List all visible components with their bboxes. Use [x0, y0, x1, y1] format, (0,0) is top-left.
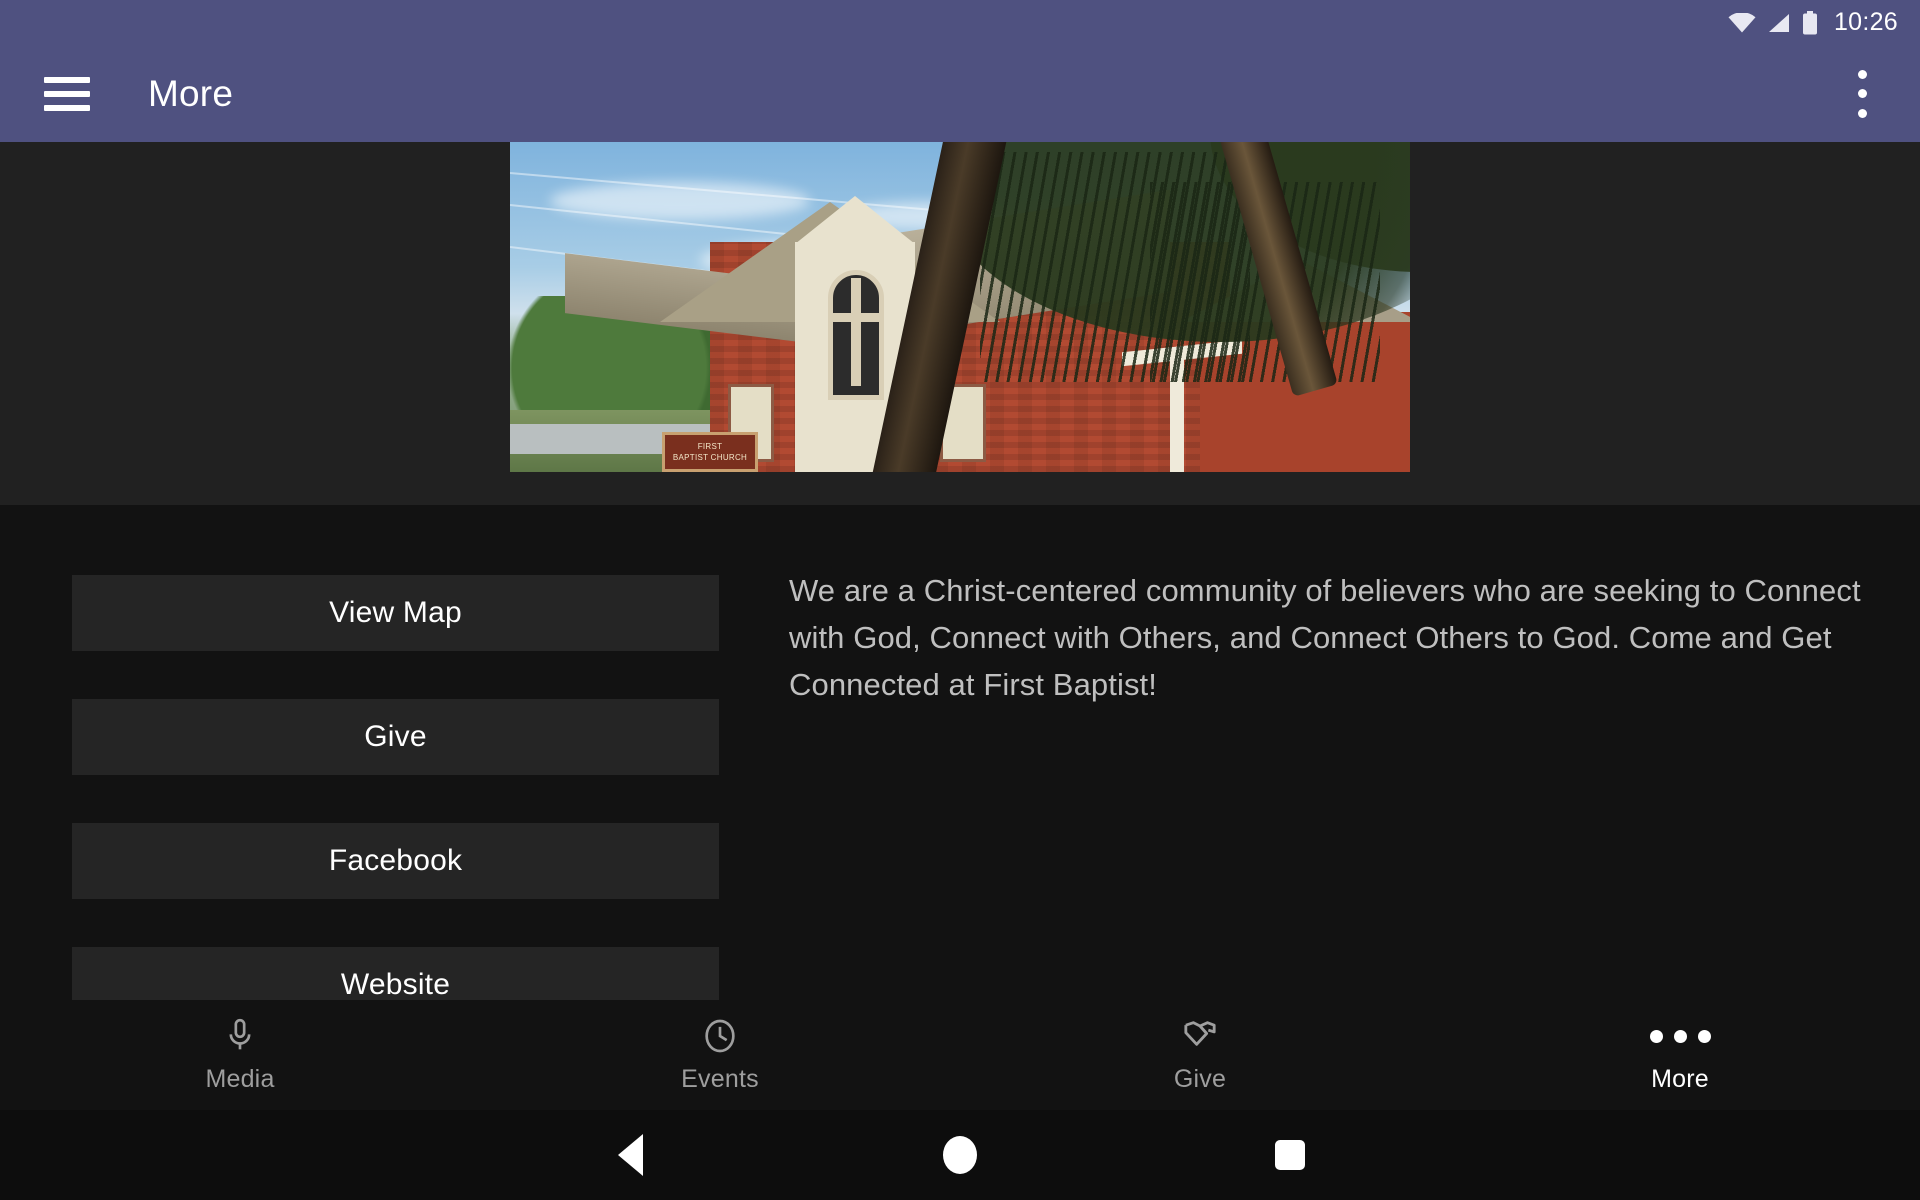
square-icon	[1275, 1140, 1305, 1170]
give-button-label: Give	[364, 720, 427, 753]
home-button[interactable]	[795, 1136, 1125, 1174]
tab-more[interactable]: More	[1440, 1000, 1920, 1110]
ellipsis-icon	[1649, 1016, 1711, 1056]
facebook-button-label: Facebook	[328, 844, 463, 877]
tab-events[interactable]: Events	[480, 1000, 960, 1110]
status-bar-clock: 10:26	[1833, 8, 1898, 36]
church-sign: FIRST BAPTIST CHURCH	[662, 432, 758, 472]
facebook-button[interactable]: Facebook	[72, 823, 719, 899]
view-map-button-label: View Map	[329, 596, 462, 629]
tab-more-label: More	[1651, 1065, 1709, 1093]
overflow-menu-icon[interactable]	[1840, 69, 1884, 118]
tab-media[interactable]: Media	[0, 1000, 480, 1110]
circle-icon	[943, 1136, 977, 1174]
page-title: More	[148, 72, 234, 114]
back-button[interactable]	[465, 1134, 795, 1176]
app-bar: More	[0, 45, 1920, 142]
church-photo: FIRST BAPTIST CHURCH	[510, 142, 1410, 472]
tab-media-label: Media	[205, 1065, 275, 1093]
website-button[interactable]: Website	[72, 947, 719, 1000]
view-map-button[interactable]: View Map	[72, 575, 719, 651]
android-system-nav	[0, 1110, 1920, 1200]
clock-icon	[700, 1016, 740, 1056]
tab-give-label: Give	[1173, 1065, 1227, 1093]
recents-button[interactable]	[1125, 1140, 1455, 1170]
website-button-label: Website	[340, 968, 451, 1000]
hero-image-band: FIRST BAPTIST CHURCH	[0, 142, 1920, 505]
triangle-left-icon	[617, 1134, 643, 1176]
give-button[interactable]: Give	[72, 699, 719, 775]
church-sign-line1: FIRST	[697, 442, 723, 451]
cellular-signal-icon	[1767, 13, 1791, 33]
church-description: We are a Christ-centered community of be…	[789, 573, 1861, 702]
content-area: View Map Give Facebook Website We are a …	[0, 505, 1920, 1000]
wifi-icon	[1728, 12, 1756, 33]
tab-give[interactable]: Give	[960, 1000, 1440, 1110]
battery-icon	[1802, 10, 1818, 35]
app-root: 10:26 More FIRST BAPTIST CHURCH View Map…	[0, 0, 1920, 1200]
bottom-tab-bar: Media Events Give More	[0, 1000, 1920, 1110]
microphone-icon	[220, 1016, 260, 1056]
heart-hand-icon	[1180, 1016, 1220, 1056]
action-button-list: View Map Give Facebook Website	[72, 575, 719, 1000]
hamburger-menu-icon[interactable]	[44, 76, 90, 111]
status-bar: 10:26	[0, 0, 1920, 45]
tab-events-label: Events	[681, 1065, 759, 1093]
church-sign-line2: BAPTIST CHURCH	[672, 453, 748, 462]
